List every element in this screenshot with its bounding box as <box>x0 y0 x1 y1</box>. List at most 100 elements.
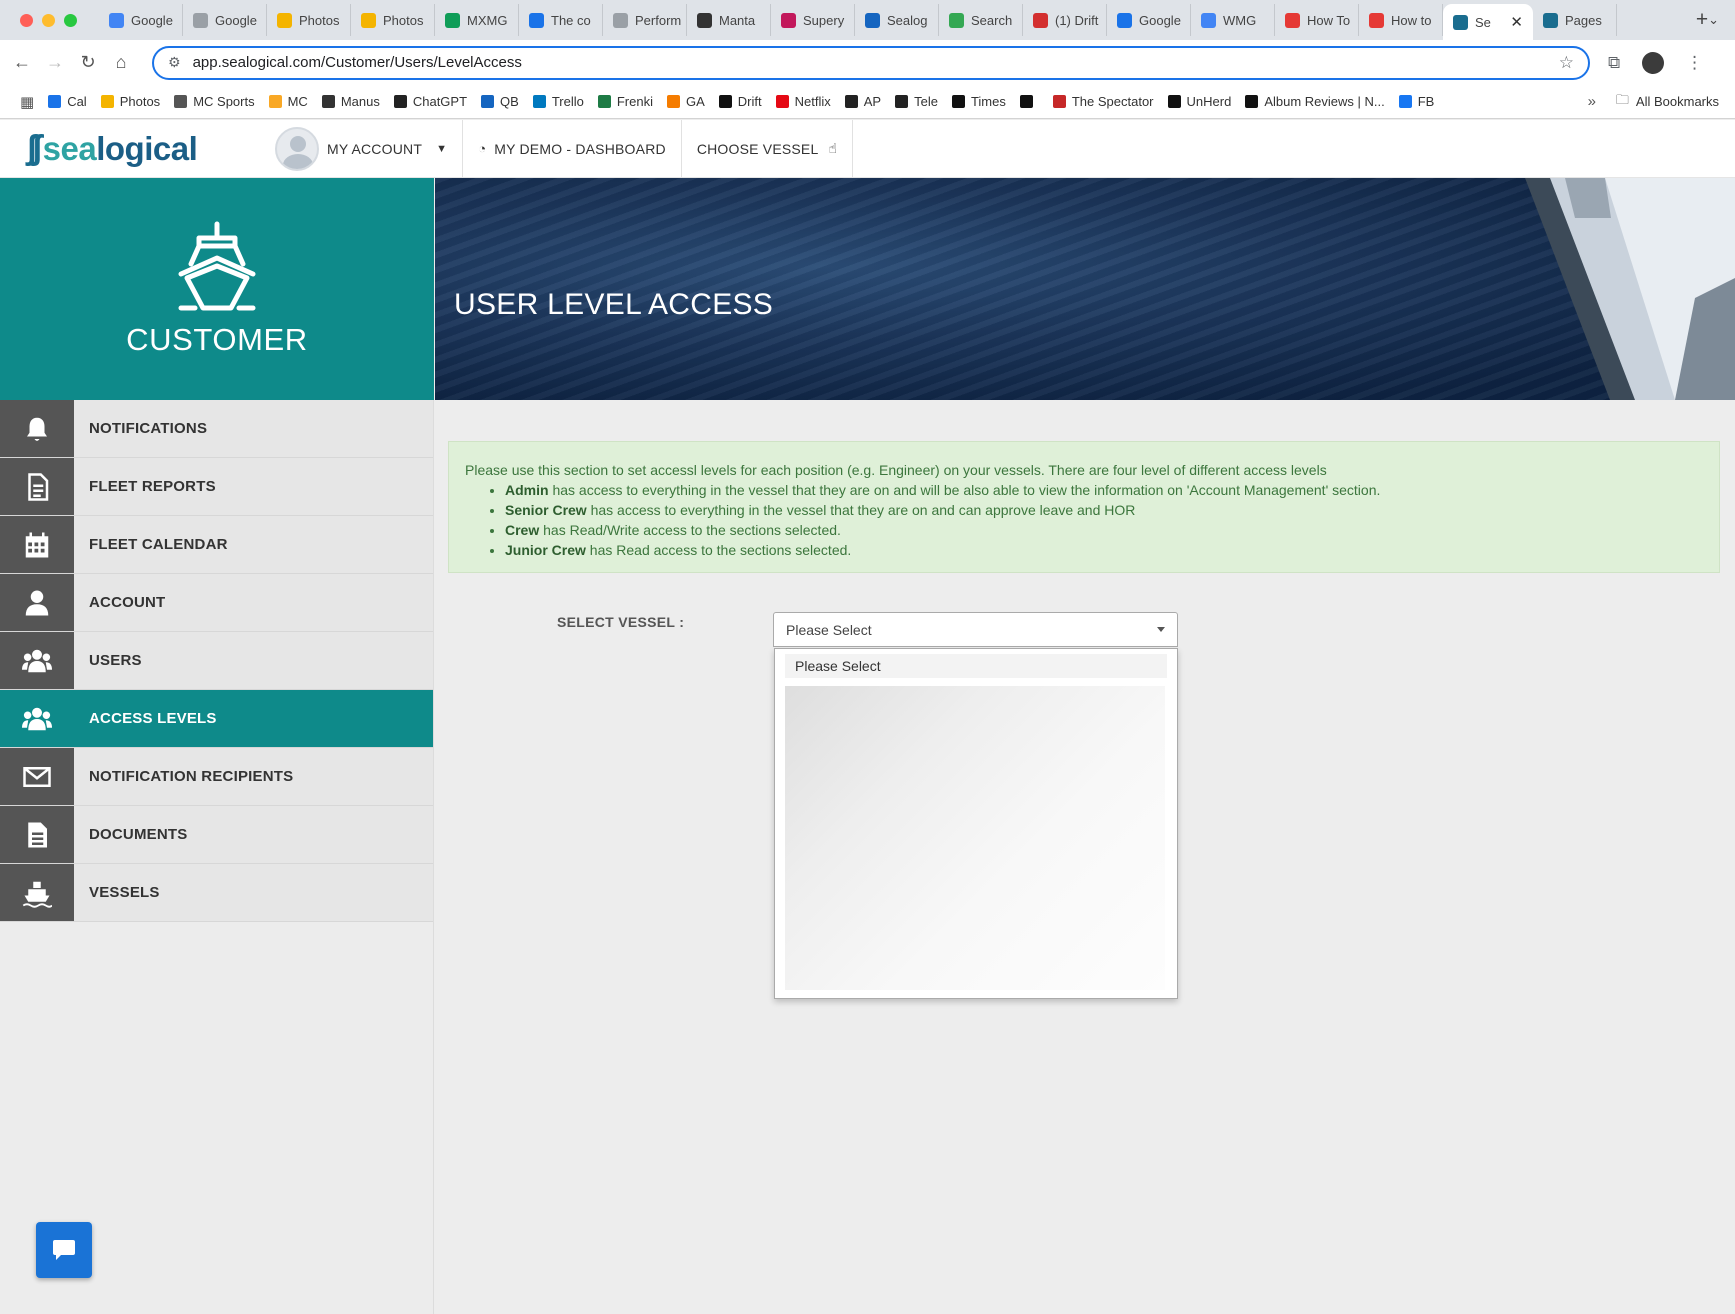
bookmark-item[interactable]: ChatGPT <box>393 94 467 109</box>
browser-tab[interactable]: Search <box>939 4 1023 36</box>
bookmark-favicon-icon <box>481 95 495 108</box>
bookmark-favicon-icon <box>100 95 114 108</box>
bookmark-item[interactable]: QB <box>481 94 519 109</box>
browser-tab[interactable]: Google <box>99 4 183 36</box>
level-name: Junior Crew <box>505 542 586 558</box>
bookmark-item[interactable]: Trello <box>532 94 584 109</box>
bookmark-favicon-icon <box>895 95 909 108</box>
url-text: app.sealogical.com/Customer/Users/LevelA… <box>192 54 522 71</box>
browser-tab[interactable]: (1) Drift <box>1023 4 1107 36</box>
bookmark-item[interactable]: Frenki <box>597 94 653 109</box>
sailboat-image <box>1525 178 1735 400</box>
browser-menu-icon[interactable]: ⋮ <box>1686 53 1703 73</box>
bookmark-label: The Spectator <box>1071 94 1154 109</box>
bookmark-label: UnHerd <box>1186 94 1232 109</box>
bookmark-item[interactable]: AP <box>844 94 882 109</box>
bookmark-star-icon[interactable]: ☆ <box>1559 53 1574 73</box>
browser-tab[interactable]: Sealog <box>855 4 939 36</box>
bookmark-item[interactable]: UnHerd <box>1167 94 1232 109</box>
bookmark-item[interactable]: MC <box>268 94 308 109</box>
bookmark-item[interactable]: MC Sports <box>174 94 255 109</box>
sidebar-item-vessels[interactable]: VESSELS <box>0 864 433 922</box>
extensions-icon[interactable]: ⧉ <box>1608 53 1620 73</box>
site-info-icon[interactable]: ⚙ <box>168 54 181 71</box>
vessel-option-please-select[interactable]: Please Select <box>785 654 1167 678</box>
vessel-dropdown: Please Select <box>774 648 1178 999</box>
browser-tab[interactable]: Photos <box>267 4 351 36</box>
bookmark-item[interactable]: Manus <box>321 94 380 109</box>
maximize-window-button[interactable] <box>64 13 77 27</box>
browser-tab[interactable]: Se ✕ <box>1443 4 1533 40</box>
bookmark-favicon-icon <box>1398 95 1412 108</box>
bookmark-item[interactable]: Times <box>951 94 1006 109</box>
browser-tab[interactable]: Google <box>1107 4 1191 36</box>
bookmark-item[interactable]: Album Reviews | N... <box>1245 94 1385 109</box>
sealogical-logo[interactable]: ʃʃ sealogical <box>0 120 260 177</box>
close-window-button[interactable] <box>20 13 33 27</box>
browser-tab[interactable]: How To <box>1275 4 1359 36</box>
bookmark-item[interactable] <box>1019 95 1039 108</box>
browser-tab[interactable]: WMG <box>1191 4 1275 36</box>
bookmark-favicon-icon <box>1245 95 1259 108</box>
back-icon[interactable]: ← <box>11 52 33 73</box>
all-bookmarks-button[interactable]: 🗀 All Bookmarks <box>1616 91 1719 113</box>
browser-tab[interactable]: How to <box>1359 4 1443 36</box>
browser-tab[interactable]: The co <box>519 4 603 36</box>
bookmark-item[interactable]: Netflix <box>775 94 831 109</box>
home-icon[interactable]: ⌂ <box>110 52 132 73</box>
bookmark-favicon-icon <box>1019 95 1033 108</box>
bookmark-item[interactable]: The Spectator <box>1052 94 1154 109</box>
my-account-menu[interactable]: MY ACCOUNT ▼ <box>260 120 464 177</box>
bookmark-label: Manus <box>340 94 380 109</box>
calendar-icon <box>0 516 74 573</box>
browser-tab[interactable]: Google <box>183 4 267 36</box>
sidebar-item-notification-recipients[interactable]: NOTIFICATION RECIPIENTS <box>0 748 433 806</box>
bookmark-item[interactable]: Cal <box>48 94 87 109</box>
sidebar-item-notifications[interactable]: NOTIFICATIONS <box>0 400 433 458</box>
sidebar-item-account[interactable]: ACCOUNT <box>0 574 433 632</box>
tab-favicon-icon <box>445 12 460 28</box>
sidebar-item-fleet-reports[interactable]: FLEET REPORTS <box>0 458 433 516</box>
forward-icon[interactable]: → <box>44 52 66 73</box>
browser-tab[interactable]: MXMG <box>435 4 519 36</box>
bookmark-item[interactable]: GA <box>666 94 705 109</box>
address-bar[interactable]: ⚙ app.sealogical.com/Customer/Users/Leve… <box>152 45 1590 80</box>
tab-favicon-icon <box>1285 12 1300 28</box>
vessel-select[interactable]: Please Select <box>773 612 1178 647</box>
sidebar-item-documents[interactable]: DOCUMENTS <box>0 806 433 864</box>
close-tab-icon[interactable]: ✕ <box>1510 13 1523 31</box>
tab-label: Google <box>131 12 173 28</box>
chat-widget-button[interactable] <box>36 1222 92 1278</box>
browser-tab[interactable]: Photos <box>351 4 435 36</box>
bookmark-item[interactable]: Photos <box>100 94 160 109</box>
browser-tab[interactable]: Supery <box>771 4 855 36</box>
dashboard-link[interactable]: ◔ MY DEMO - DASHBOARD <box>463 120 682 177</box>
apps-grid-icon[interactable]: ▦ <box>20 93 34 111</box>
choose-vessel-button[interactable]: CHOOSE VESSEL ☝ <box>682 120 854 177</box>
redacted-vessel-options <box>785 686 1165 990</box>
more-bookmarks-icon[interactable]: » <box>1588 93 1596 110</box>
reload-icon[interactable]: ↻ <box>77 52 99 73</box>
profile-avatar[interactable] <box>1642 51 1665 74</box>
minimize-window-button[interactable] <box>42 13 55 27</box>
sidebar-item-fleet-calendar[interactable]: FLEET CALENDAR <box>0 516 433 574</box>
level-description: has Read access to the sections selected… <box>585 542 852 558</box>
sidebar-item-access-levels[interactable]: ACCESS LEVELS <box>0 690 433 748</box>
my-account-label: MY ACCOUNT <box>327 140 423 157</box>
browser-tab[interactable]: Perform <box>603 4 687 36</box>
browser-tab[interactable]: Pages <box>1533 4 1617 36</box>
bookmark-label: AP <box>863 94 882 109</box>
tab-favicon-icon <box>949 12 964 28</box>
tab-search-icon[interactable]: ⌄ <box>1708 12 1719 28</box>
bookmark-item[interactable]: FB <box>1398 94 1434 109</box>
bookmark-label: Netflix <box>794 94 831 109</box>
tab-label: Perform <box>635 12 682 28</box>
browser-tab[interactable]: Manta <box>687 4 771 36</box>
bookmark-label: GA <box>685 94 705 109</box>
sidebar-item-users[interactable]: USERS <box>0 632 433 690</box>
bookmark-item[interactable]: Drift <box>718 94 762 109</box>
all-bookmarks-label: All Bookmarks <box>1635 94 1719 109</box>
bookmark-item[interactable]: Tele <box>895 94 938 109</box>
tab-label: Manta <box>719 12 756 28</box>
new-tab-button[interactable]: + <box>1696 8 1708 32</box>
